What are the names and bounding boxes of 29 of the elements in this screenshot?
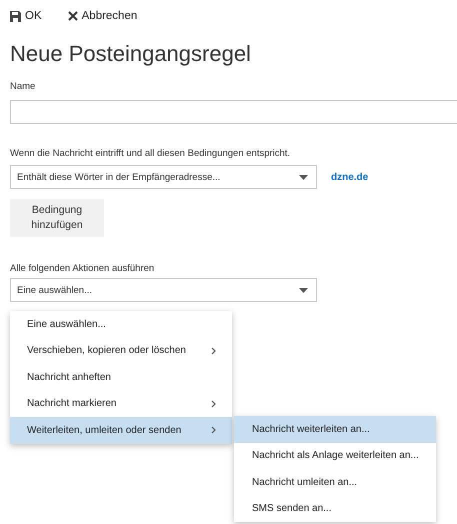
ok-button[interactable]: OK bbox=[10, 10, 42, 22]
close-icon bbox=[68, 11, 78, 21]
action-select[interactable]: Eine auswählen... bbox=[10, 278, 317, 302]
caret-icon bbox=[299, 288, 308, 292]
select-value: Enthält diese Wörter in der Empfängeradresse... bbox=[17, 172, 220, 182]
caret-icon bbox=[299, 174, 308, 180]
chevron-icon bbox=[211, 400, 216, 408]
condition-link[interactable]: dzne.de bbox=[331, 172, 368, 182]
menu-item[interactable]: Nachricht markieren bbox=[10, 390, 232, 417]
name-field[interactable] bbox=[10, 100, 457, 124]
section-label: Wenn die Nachricht eintrifft und all diesen Bedingungen entspricht. bbox=[10, 148, 292, 159]
menu-item[interactable]: Nachricht als Anlage weiterleiten an... bbox=[234, 442, 436, 469]
menu-item[interactable]: SMS senden an... bbox=[234, 496, 436, 522]
chevron-icon bbox=[211, 346, 216, 355]
menu-item[interactable]: Nachricht anheften bbox=[10, 364, 232, 390]
cancel-button[interactable]: Abbrechen bbox=[68, 10, 138, 22]
menu-item[interactable]: Nachricht umleiten an... bbox=[234, 469, 436, 496]
select-value: Eine auswählen... bbox=[17, 284, 92, 296]
chevron-icon bbox=[211, 426, 216, 434]
menu-item[interactable]: Nachricht weiterleiten an... bbox=[234, 416, 436, 442]
save-icon bbox=[10, 10, 21, 22]
menu-item[interactable]: Weiterleiten, umleiten oder senden bbox=[10, 417, 232, 444]
field-label: Name bbox=[10, 81, 36, 92]
menu-item[interactable]: Eine auswählen... bbox=[10, 311, 232, 338]
menu-item[interactable]: Verschieben, kopieren oder löschen bbox=[10, 338, 232, 364]
condition-select[interactable]: Enthält diese Wörter in der Empfängeradresse... bbox=[10, 165, 317, 189]
add-condition-button[interactable]: Bedingung hinzufügen bbox=[10, 199, 104, 237]
section-label: Alle folgenden Aktionen ausführen bbox=[10, 263, 156, 274]
page-title: Neue Posteingangsregel bbox=[10, 41, 252, 67]
